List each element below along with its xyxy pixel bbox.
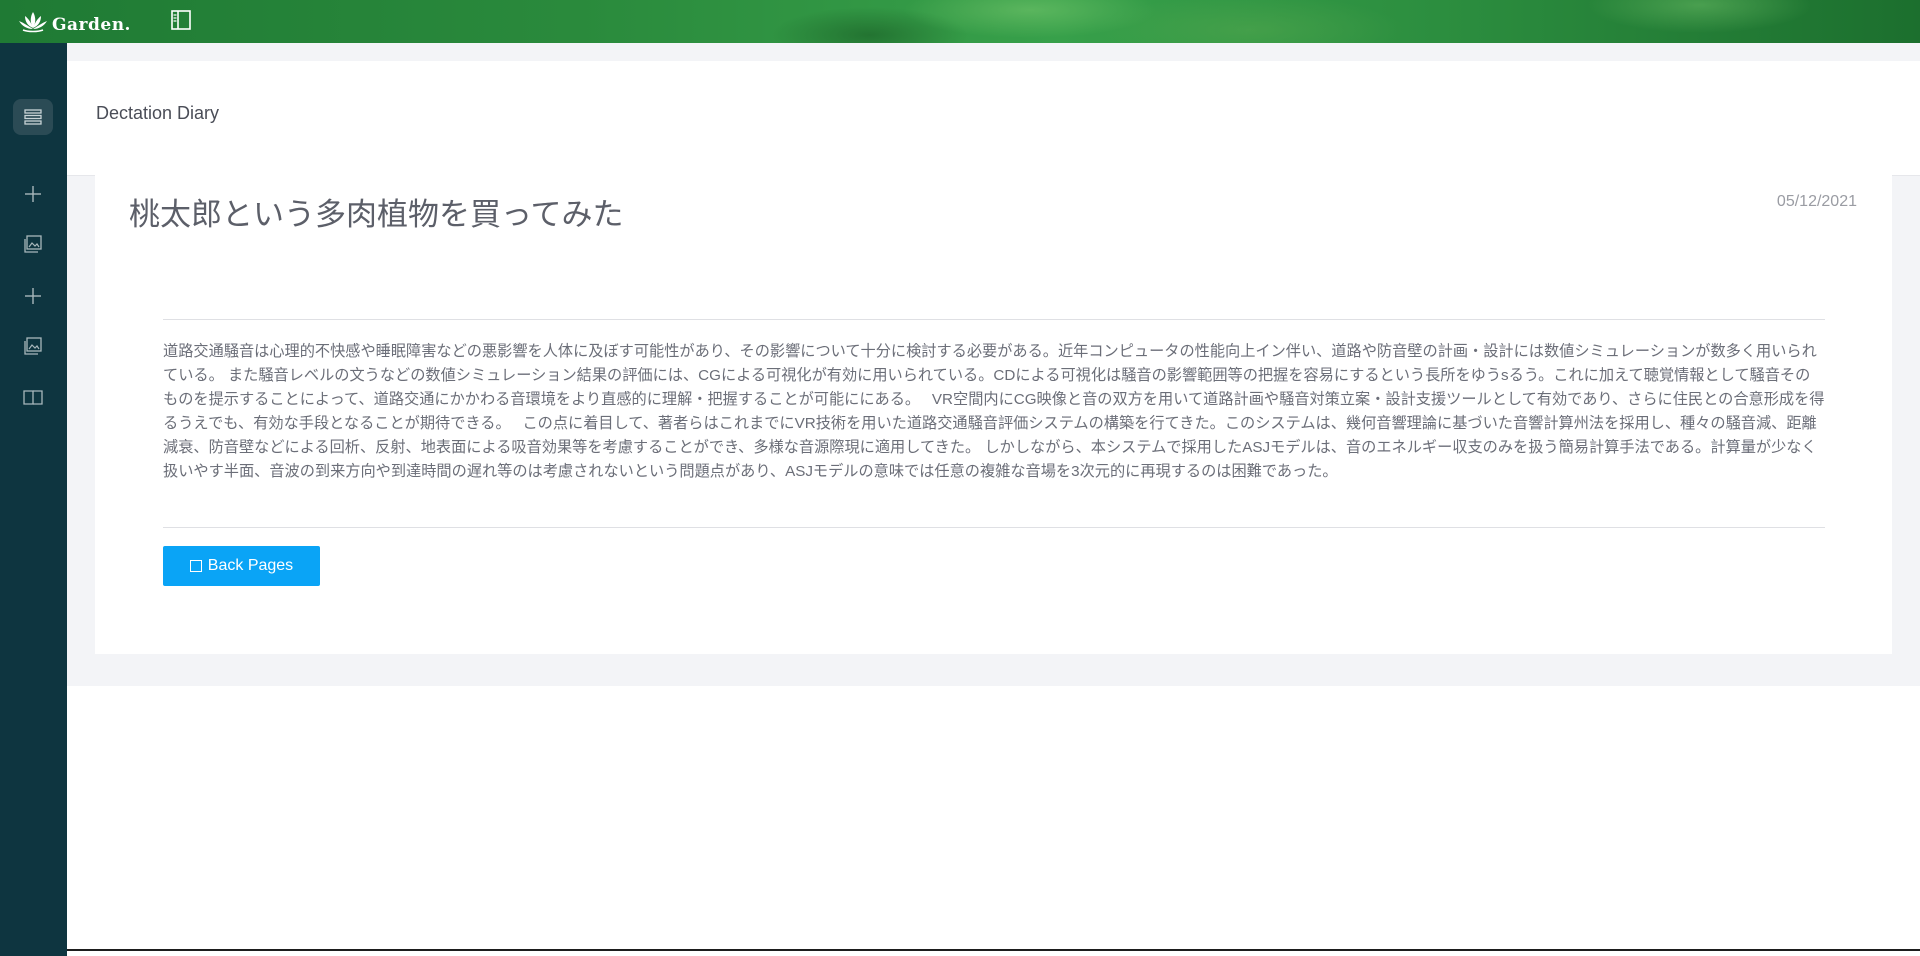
plus-icon	[25, 186, 41, 202]
brand-name: Garden.	[52, 15, 131, 35]
page-title: Dectation Diary	[96, 103, 220, 123]
back-pages-label: Back Pages	[207, 557, 294, 574]
sidebar-item-add-1[interactable]	[13, 176, 53, 212]
sidebar	[0, 43, 67, 956]
sidebar-item-list[interactable]	[13, 99, 53, 135]
image-icon	[24, 337, 42, 355]
plus-icon	[25, 288, 41, 304]
post-card: 桃太郎という多肉植物を買ってみた 05/12/2021 道路交通騒音は心理的不快…	[95, 169, 1892, 654]
book-icon	[23, 390, 43, 405]
bottom-border	[67, 949, 1920, 951]
square-icon	[189, 560, 202, 572]
lotus-icon	[19, 12, 47, 33]
sidebar-item-image-2[interactable]	[13, 328, 53, 364]
image-icon	[24, 235, 42, 253]
sidebar-toggle-button[interactable]	[170, 9, 192, 31]
top-bar: Garden.	[0, 0, 1920, 43]
sidebar-item-add-2[interactable]	[13, 278, 53, 314]
list-icon	[24, 109, 42, 125]
page-header: Dectation Diary	[67, 61, 1920, 176]
post-date: 05/12/2021	[1776, 193, 1857, 210]
top-divider	[163, 319, 1825, 320]
bottom-divider	[163, 527, 1825, 528]
post-title: 桃太郎という多肉植物を買ってみた	[129, 197, 624, 232]
brand[interactable]: Garden.	[18, 8, 131, 36]
back-pages-button[interactable]: Back Pages	[163, 546, 320, 586]
sidebar-item-book[interactable]	[13, 379, 53, 415]
sidebar-item-image-1[interactable]	[13, 226, 53, 262]
post-body: 道路交通騒音は心理的不快感や睡眠障害などの悪影響を人体に及ぼす可能性があり、その…	[163, 343, 1825, 480]
sidebar-toggle-icon	[171, 10, 191, 30]
main-content: Dectation Diary 桃太郎という多肉植物を買ってみた 05/12/2…	[67, 43, 1920, 686]
